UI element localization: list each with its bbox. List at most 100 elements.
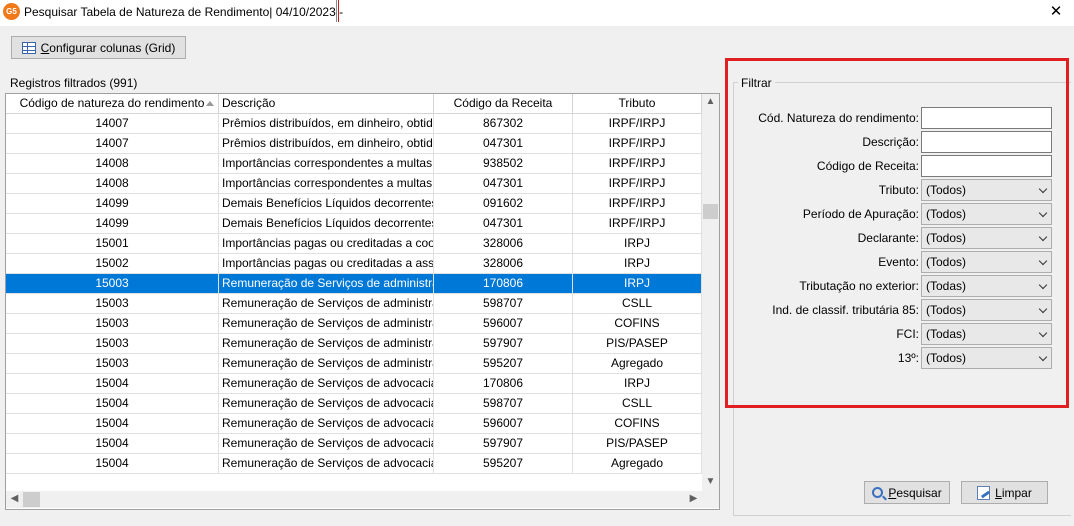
- cell-descricao: Remuneração de Serviços de advocacia: [219, 454, 434, 474]
- clear-button-label: Limpar: [995, 485, 1032, 500]
- horizontal-scrollbar[interactable]: ◀ ▶: [6, 491, 702, 508]
- scroll-left-icon[interactable]: ◀: [6, 493, 23, 504]
- cell-codigo: 14007: [6, 114, 219, 134]
- app-logo-icon: G5: [3, 3, 20, 20]
- table-row[interactable]: 15002 Importâncias pagas ou creditadas a …: [6, 254, 702, 274]
- cell-descricao: Remuneração de Serviços de advocacia: [219, 394, 434, 414]
- cell-tributo: IRPF/IRPJ: [573, 214, 702, 234]
- cell-codigo: 15003: [6, 294, 219, 314]
- table-row[interactable]: 15003 Remuneração de Serviços de administ…: [6, 294, 702, 314]
- cell-tributo: IRPF/IRPJ: [573, 134, 702, 154]
- cell-codigo-receita: 328006: [434, 234, 573, 254]
- column-header-codigo[interactable]: Código de natureza do rendimento: [6, 94, 219, 114]
- cell-descricao: Remuneração de Serviços de advocacia: [219, 434, 434, 454]
- cell-tributo: IRPJ: [573, 254, 702, 274]
- cell-codigo-receita: 595207: [434, 454, 573, 474]
- cell-codigo-receita: 595207: [434, 354, 573, 374]
- scroll-corner: [702, 491, 719, 508]
- cell-tributo: PIS/PASEP: [573, 334, 702, 354]
- table-row[interactable]: 15004 Remuneração de Serviços de advocaci…: [6, 454, 702, 474]
- cell-codigo: 15001: [6, 234, 219, 254]
- table-row[interactable]: 15003 Remuneração de Serviços de administ…: [6, 354, 702, 374]
- cell-codigo-receita: 047301: [434, 174, 573, 194]
- search-button[interactable]: Pesquisar: [864, 481, 950, 504]
- table-row[interactable]: 14008 Importâncias correspondentes a mult…: [6, 174, 702, 194]
- scroll-right-icon[interactable]: ▶: [685, 493, 702, 504]
- cell-codigo-receita: 598707: [434, 394, 573, 414]
- cell-tributo: CSLL: [573, 394, 702, 414]
- table-row[interactable]: 15003 Remuneração de Serviços de administ…: [6, 274, 702, 294]
- cell-descricao: Prêmios distribuídos, em dinheiro, obtid: [219, 134, 434, 154]
- cell-codigo-receita: 170806: [434, 274, 573, 294]
- cell-codigo-receita: 091602: [434, 194, 573, 214]
- cell-descricao: Remuneração de Serviços de administra: [219, 334, 434, 354]
- scroll-down-icon[interactable]: ▼: [702, 476, 719, 487]
- cell-descricao: Importâncias correspondentes a multas: [219, 154, 434, 174]
- table-row[interactable]: 15004 Remuneração de Serviços de advocaci…: [6, 414, 702, 434]
- cell-codigo: 15003: [6, 354, 219, 374]
- cell-codigo-receita: 867302: [434, 114, 573, 134]
- cell-codigo: 15003: [6, 334, 219, 354]
- cell-tributo: PIS/PASEP: [573, 434, 702, 454]
- configure-columns-button[interactable]: Configurar colunas (Grid): [11, 36, 186, 59]
- window-title: Pesquisar Tabela de Natureza de Rendimen…: [24, 5, 344, 19]
- cell-descricao: Prêmios distribuídos, em dinheiro, obtid: [219, 114, 434, 134]
- cell-codigo-receita: 597907: [434, 334, 573, 354]
- cell-codigo: 14099: [6, 194, 219, 214]
- grid-icon: [21, 41, 36, 54]
- table-row[interactable]: 15004 Remuneração de Serviços de advocaci…: [6, 434, 702, 454]
- horizontal-scroll-thumb[interactable]: [23, 492, 40, 507]
- results-grid: Código de natureza do rendimento Descriç…: [5, 93, 720, 510]
- cell-descricao: Remuneração de Serviços de administra: [219, 314, 434, 334]
- vertical-scroll-thumb[interactable]: [703, 204, 718, 219]
- cell-codigo-receita: 938502: [434, 154, 573, 174]
- table-row[interactable]: 15004 Remuneração de Serviços de advocaci…: [6, 374, 702, 394]
- cell-codigo: 14007: [6, 134, 219, 154]
- cell-tributo: IRPJ: [573, 234, 702, 254]
- title-bar: G5 Pesquisar Tabela de Natureza de Rendi…: [0, 0, 1074, 26]
- cell-tributo: Agregado: [573, 354, 702, 374]
- vertical-scrollbar[interactable]: ▲ ▼: [702, 94, 719, 491]
- cell-descricao: Importâncias pagas ou creditadas a coop: [219, 234, 434, 254]
- cell-codigo: 15004: [6, 394, 219, 414]
- table-row[interactable]: 15004 Remuneração de Serviços de advocaci…: [6, 394, 702, 414]
- title-divider: [336, 0, 339, 22]
- column-header-tributo[interactable]: Tributo: [573, 94, 702, 114]
- clear-button[interactable]: Limpar: [961, 481, 1048, 504]
- cell-codigo-receita: 047301: [434, 134, 573, 154]
- table-row[interactable]: 14008 Importâncias correspondentes a mult…: [6, 154, 702, 174]
- cell-descricao: Remuneração de Serviços de advocacia: [219, 374, 434, 394]
- cell-descricao: Demais Benefícios Líquidos decorrentes: [219, 214, 434, 234]
- table-row[interactable]: 14007 Prêmios distribuídos, em dinheiro, …: [6, 114, 702, 134]
- cell-codigo-receita: 596007: [434, 414, 573, 434]
- cell-descricao: Remuneração de Serviços de administra: [219, 274, 434, 294]
- cell-tributo: IRPF/IRPJ: [573, 114, 702, 134]
- table-row[interactable]: 15003 Remuneração de Serviços de administ…: [6, 334, 702, 354]
- cell-codigo-receita: 170806: [434, 374, 573, 394]
- column-header-codigo-receita[interactable]: Código da Receita: [434, 94, 573, 114]
- table-row[interactable]: 14099 Demais Benefícios Líquidos decorren…: [6, 214, 702, 234]
- column-header-descricao[interactable]: Descrição: [219, 94, 434, 114]
- cell-tributo: Agregado: [573, 454, 702, 474]
- scroll-up-icon[interactable]: ▲: [702, 96, 719, 107]
- cell-tributo: IRPJ: [573, 274, 702, 294]
- cell-descricao: Demais Benefícios Líquidos decorrentes: [219, 194, 434, 214]
- cell-descricao: Remuneração de Serviços de administra: [219, 354, 434, 374]
- cell-codigo: 15004: [6, 434, 219, 454]
- cell-tributo: COFINS: [573, 314, 702, 334]
- table-row[interactable]: 14099 Demais Benefícios Líquidos decorren…: [6, 194, 702, 214]
- cell-codigo: 15004: [6, 414, 219, 434]
- cell-codigo: 15002: [6, 254, 219, 274]
- table-row[interactable]: 15001 Importâncias pagas ou creditadas a …: [6, 234, 702, 254]
- cell-codigo-receita: 328006: [434, 254, 573, 274]
- records-count-label: Registros filtrados (991): [10, 76, 138, 90]
- eraser-icon: [977, 485, 991, 500]
- cell-descricao: Remuneração de Serviços de advocacia: [219, 414, 434, 434]
- table-row[interactable]: 14007 Prêmios distribuídos, em dinheiro, …: [6, 134, 702, 154]
- cell-descricao: Importâncias pagas ou creditadas a asso: [219, 254, 434, 274]
- grid-rows: 14007 Prêmios distribuídos, em dinheiro, …: [6, 114, 702, 474]
- cell-tributo: IRPF/IRPJ: [573, 194, 702, 214]
- table-row[interactable]: 15003 Remuneração de Serviços de administ…: [6, 314, 702, 334]
- cell-codigo: 14008: [6, 154, 219, 174]
- close-icon[interactable]: ✕: [1045, 2, 1067, 22]
